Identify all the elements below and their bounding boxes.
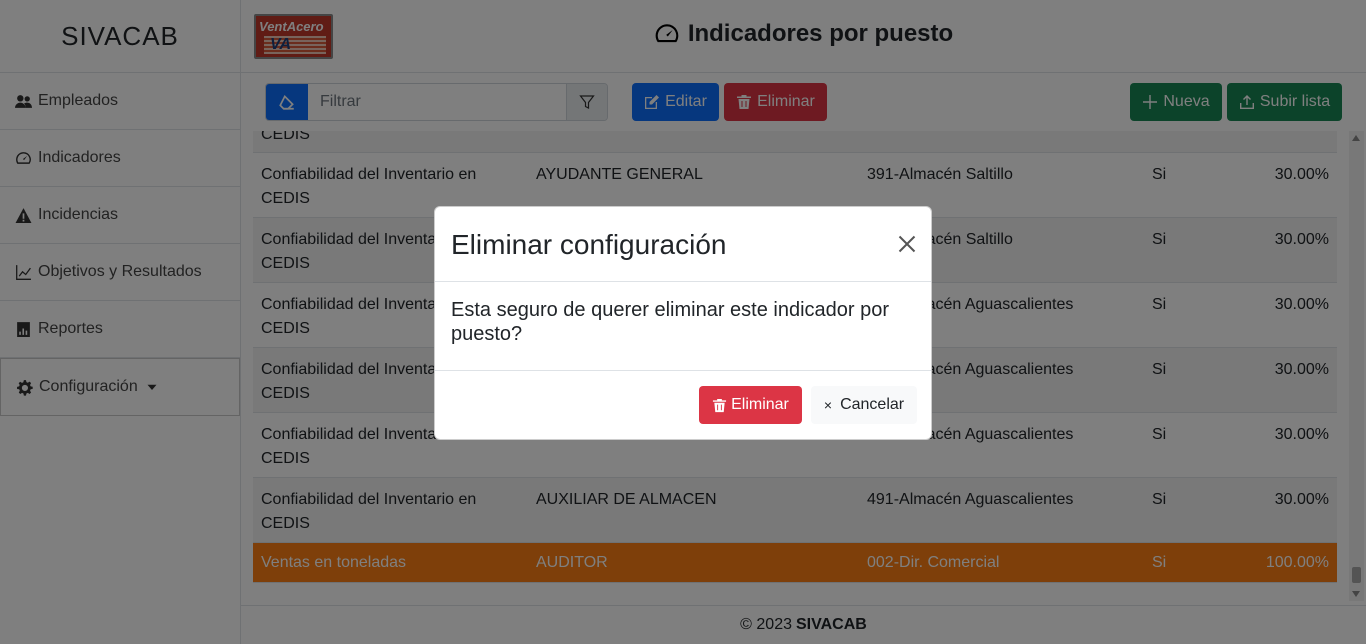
confirm-delete-button[interactable]: Eliminar [699,386,802,424]
close-x-icon: × [823,397,833,413]
modal-footer: Eliminar × Cancelar [435,371,931,439]
modal-body: Esta seguro de querer eliminar este indi… [435,282,931,371]
confirm-delete-label: Eliminar [731,396,789,413]
cancel-button[interactable]: × Cancelar [811,386,917,424]
modal-header: Eliminar configuración [435,207,931,282]
cancel-label: Cancelar [840,396,905,413]
modal-title: Eliminar configuración [451,229,727,260]
trash-icon [713,398,727,412]
delete-confirm-modal: Eliminar configuración Esta seguro de qu… [434,206,932,440]
close-icon[interactable] [897,234,917,254]
